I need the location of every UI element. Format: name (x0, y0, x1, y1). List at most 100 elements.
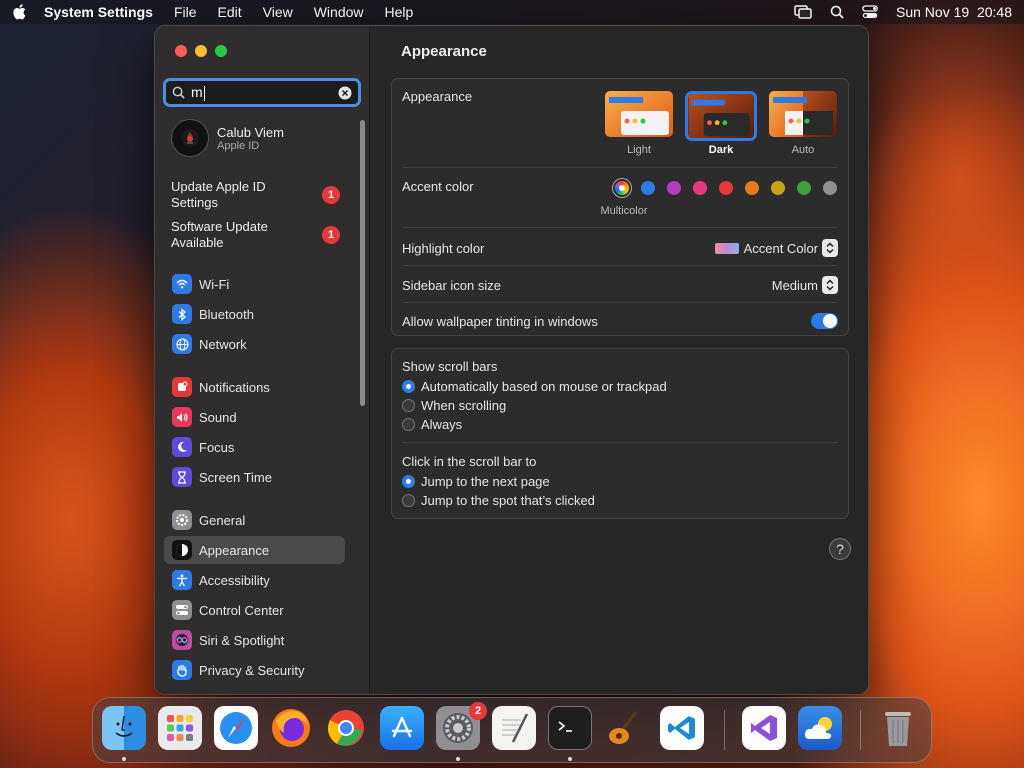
gear-icon (172, 510, 192, 530)
radio-button[interactable] (402, 399, 415, 412)
accessibility-icon (172, 570, 192, 590)
accent-yellow-swatch[interactable] (771, 181, 785, 195)
click-option-spot-clicked[interactable]: Jump to the spot that’s clicked (402, 493, 838, 508)
scroll-option-always[interactable]: Always (402, 417, 838, 432)
menu-file[interactable]: File (174, 4, 197, 20)
sidebar-icon-size-popup[interactable]: Medium (772, 276, 838, 294)
sidebar-item-label: Appearance (199, 542, 270, 558)
notification-badge: 1 (322, 186, 340, 204)
appearance-dark-option[interactable] (685, 91, 757, 141)
sidebar-scrollbar[interactable] (360, 120, 365, 406)
menu-window[interactable]: Window (314, 4, 364, 20)
sidebar-item-bluetooth[interactable]: Bluetooth (164, 300, 345, 328)
terminal-icon[interactable] (548, 706, 592, 750)
control-center-icon[interactable] (862, 5, 878, 19)
radio-button[interactable] (402, 418, 415, 431)
launchpad-icon[interactable] (158, 706, 202, 750)
screen-mirroring-icon[interactable] (794, 5, 812, 19)
appearance-light-option[interactable] (605, 91, 673, 137)
sidebar-item-label: Control Center (199, 602, 284, 618)
update-apple-id-settings[interactable]: Update Apple ID Settings 1 (171, 179, 356, 211)
sidebar-item-notifications[interactable]: Notifications (164, 373, 345, 401)
menu-date: Sun Nov 19 (896, 4, 970, 20)
app-store-icon[interactable] (380, 706, 424, 750)
search-field[interactable]: m (163, 78, 361, 107)
menu-edit[interactable]: Edit (218, 4, 242, 20)
wallpaper-tinting-toggle[interactable] (811, 313, 838, 329)
click-scroll-bar-label: Click in the scroll bar to (402, 454, 537, 469)
close-button[interactable] (175, 45, 187, 57)
highlight-color-popup[interactable]: Accent Color (714, 239, 838, 257)
main-pane: Appearance Appearance Light Dark Auto Ac… (371, 26, 868, 694)
sidebar-item-appearance[interactable]: Appearance (164, 536, 345, 564)
switches-icon (172, 600, 192, 620)
highlight-color-value: Accent Color (743, 240, 818, 256)
minimize-button[interactable] (195, 45, 207, 57)
sidebar-item-label: Wi-Fi (199, 276, 230, 292)
sidebar-icon-size-label: Sidebar icon size (402, 277, 501, 293)
safari-icon[interactable] (214, 706, 258, 750)
appearance-light-label: Light (627, 144, 651, 156)
running-indicator (122, 757, 126, 761)
sidebar-item-accessibility[interactable]: Accessibility (164, 566, 345, 594)
zoom-button[interactable] (215, 45, 227, 57)
account-subtitle: Apple ID (217, 139, 260, 152)
sidebar-item-control-center[interactable]: Control Center (164, 596, 345, 624)
chrome-icon[interactable] (324, 706, 368, 750)
apple-id-account[interactable]: Calub Viem Apple ID (171, 119, 284, 157)
speaker-icon (172, 407, 192, 427)
notice-label: Software Update Available (171, 219, 268, 250)
finder-icon[interactable] (102, 706, 146, 750)
click-option-next-page[interactable]: Jump to the next page (402, 474, 838, 489)
radio-label: Automatically based on mouse or trackpad (421, 379, 667, 394)
search-input[interactable]: m (191, 84, 338, 101)
garageband-icon[interactable] (604, 706, 648, 750)
trash-icon[interactable] (876, 706, 920, 750)
apple-icon[interactable] (12, 4, 26, 20)
appearance-auto-option[interactable] (769, 91, 837, 137)
sidebar-item-screen-time[interactable]: Screen Time (164, 463, 345, 491)
accent-graphite-swatch[interactable] (823, 181, 837, 195)
menu-clock[interactable]: Sun Nov 19 20:48 (896, 4, 1012, 20)
appearance-dark-label: Dark (708, 144, 734, 156)
accent-orange-swatch[interactable] (745, 181, 759, 195)
accent-blue-swatch[interactable] (641, 181, 655, 195)
bell-icon (172, 377, 192, 397)
scroll-option-automatic[interactable]: Automatically based on mouse or trackpad (402, 379, 838, 394)
accent-red-swatch[interactable] (719, 181, 733, 195)
radio-button[interactable] (402, 380, 415, 393)
sidebar-item-focus[interactable]: Focus (164, 433, 345, 461)
running-indicator (456, 757, 460, 761)
search-icon[interactable] (830, 5, 844, 19)
sidebar-item-sound[interactable]: Sound (164, 403, 345, 431)
help-button[interactable]: ? (829, 538, 851, 560)
vscode-icon[interactable] (660, 706, 704, 750)
menu-time: 20:48 (976, 4, 1012, 20)
sidebar-item-label: Accessibility (199, 572, 270, 588)
sidebar-item-network[interactable]: Network (164, 330, 345, 358)
software-update-available[interactable]: Software Update Available 1 (171, 219, 356, 251)
radio-button[interactable] (402, 475, 415, 488)
textedit-icon[interactable] (492, 706, 536, 750)
accent-purple-swatch[interactable] (667, 181, 681, 195)
sidebar-item-wi-fi[interactable]: Wi-Fi (164, 270, 345, 298)
clear-search-icon[interactable] (338, 86, 352, 100)
sidebar-item-label: Network (199, 336, 247, 352)
sidebar-item-general[interactable]: General (164, 506, 345, 534)
accent-green-swatch[interactable] (797, 181, 811, 195)
visual-studio-icon[interactable] (742, 706, 786, 750)
menu-view[interactable]: View (263, 4, 293, 20)
firefox-icon[interactable] (269, 706, 313, 750)
menu-app-name[interactable]: System Settings (44, 4, 153, 20)
menu-help[interactable]: Help (385, 4, 414, 20)
radio-button[interactable] (402, 494, 415, 507)
accent-selected-label: Multicolor (600, 205, 648, 217)
scroll-option-when-scrolling[interactable]: When scrolling (402, 398, 838, 413)
sidebar-item-privacy-security[interactable]: Privacy & Security (164, 656, 345, 684)
wallpaper-tinting-label: Allow wallpaper tinting in windows (402, 313, 598, 329)
accent-pink-swatch[interactable] (693, 181, 707, 195)
weather-icon[interactable] (798, 706, 842, 750)
appearance-group: Appearance Light Dark Auto Accent color … (391, 78, 849, 336)
sidebar-item-siri-spotlight[interactable]: Siri & Spotlight (164, 626, 345, 654)
accent-multicolor-swatch[interactable] (615, 181, 629, 195)
